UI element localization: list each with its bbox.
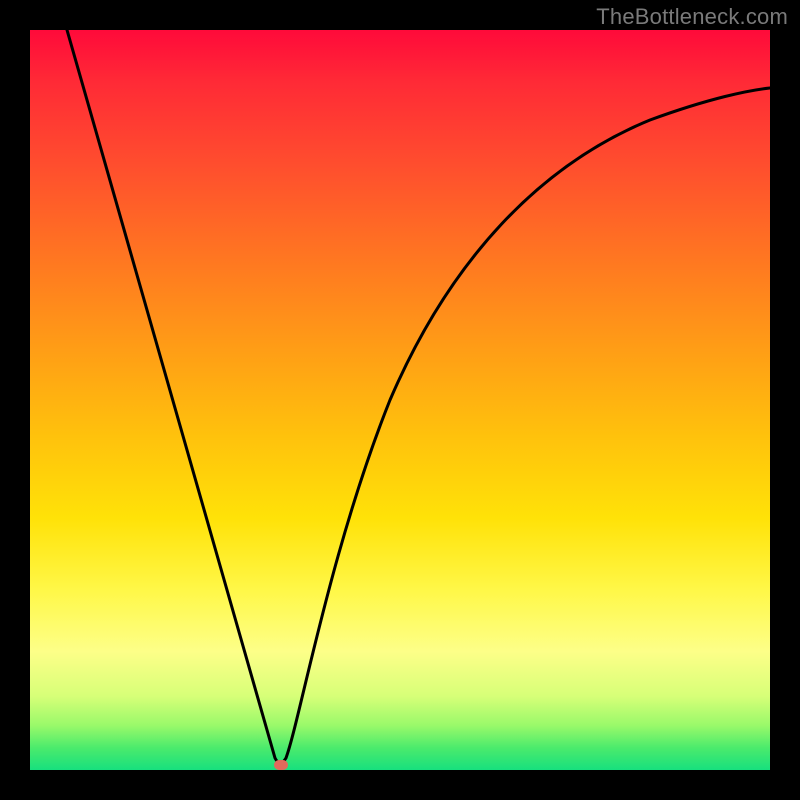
curve-svg <box>30 30 770 770</box>
chart-frame: TheBottleneck.com <box>0 0 800 800</box>
watermark-text: TheBottleneck.com <box>596 4 788 30</box>
min-point-marker <box>274 760 288 770</box>
bottleneck-curve-path <box>67 30 770 763</box>
plot-area <box>30 30 770 770</box>
